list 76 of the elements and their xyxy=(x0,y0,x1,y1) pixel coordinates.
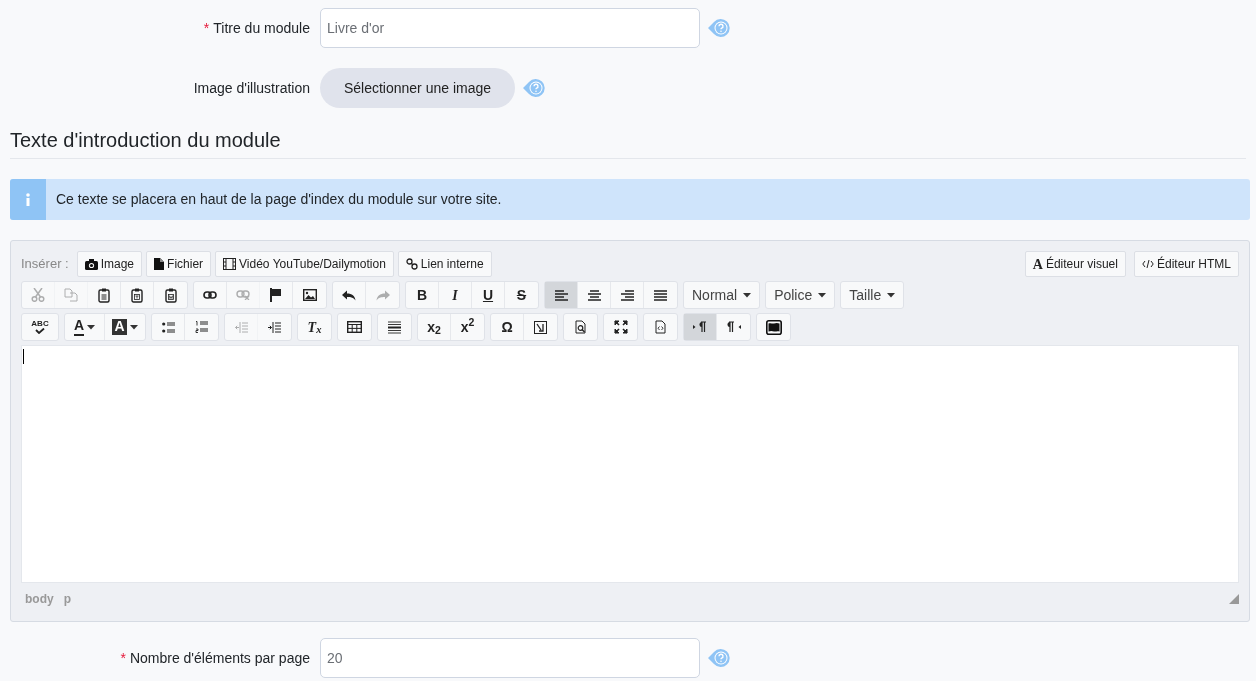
format-button[interactable]: U xyxy=(472,282,505,308)
text-field[interactable]: 20 xyxy=(320,638,700,678)
section-heading: Texte d'introduction du module xyxy=(10,128,1246,159)
caret-icon xyxy=(818,292,827,298)
html-editor-button[interactable]: Éditeur HTML xyxy=(1133,251,1239,277)
align-right-icon xyxy=(620,289,634,301)
background-color-button[interactable]: A xyxy=(105,314,145,340)
caret-icon xyxy=(743,292,752,298)
paragraph-rtl-icon xyxy=(726,321,741,333)
flag-icon xyxy=(270,288,282,302)
link-icon xyxy=(405,258,418,270)
preview-icon xyxy=(574,320,587,334)
image-icon xyxy=(302,289,317,301)
dropdown-button[interactable]: Taille xyxy=(841,282,904,308)
paragraph-ltr-icon xyxy=(693,321,707,333)
caret-icon xyxy=(129,324,138,330)
redo-icon xyxy=(375,289,390,301)
film-icon xyxy=(223,258,237,270)
scissors-icon xyxy=(31,288,45,302)
info-icon xyxy=(10,179,46,220)
text-cursor xyxy=(23,349,24,364)
align-left-icon xyxy=(554,289,568,301)
file-icon xyxy=(154,258,165,270)
resize-handle-icon[interactable] xyxy=(1229,594,1239,604)
insert-file-button[interactable]: Fichier xyxy=(146,251,212,277)
visual-editor-button[interactable]: A Éditeur visuel xyxy=(1024,251,1126,277)
clipboard-icon xyxy=(131,287,143,303)
caret-icon xyxy=(87,324,96,330)
numbered-list-icon xyxy=(195,321,208,333)
format-button[interactable]: B xyxy=(406,282,439,308)
format-button[interactable]: Ω xyxy=(491,314,524,340)
unlink-icon xyxy=(236,290,250,300)
text-field[interactable]: Livre d'or xyxy=(320,8,700,48)
select-image-button[interactable]: Sélectionner une image xyxy=(320,68,515,108)
bullet-list-icon xyxy=(161,321,175,333)
clipboard-icon xyxy=(164,287,177,303)
format-button[interactable]: I xyxy=(439,282,472,308)
required-asterisk: * xyxy=(120,649,126,666)
template-icon xyxy=(534,320,547,334)
field-label: Image d'illustration xyxy=(193,79,310,96)
dropdown-button[interactable]: Normal xyxy=(684,282,760,308)
link-icon xyxy=(203,291,217,299)
table-icon xyxy=(347,321,362,333)
insert-film-button[interactable]: Vidéo YouTube/Dailymotion xyxy=(215,251,394,277)
format-button[interactable]: T$_{x}$ xyxy=(298,314,331,340)
copy-icon xyxy=(64,288,78,302)
caret-icon xyxy=(887,292,896,298)
ltr-button[interactable] xyxy=(684,314,717,340)
clipboard-icon xyxy=(98,287,110,303)
insert-camera-button[interactable]: Image xyxy=(76,251,143,277)
source-icon xyxy=(654,320,667,334)
format-button[interactable]: x$_{2}$ xyxy=(418,314,451,340)
format-button[interactable]: S xyxy=(505,282,538,308)
spellcheck-button[interactable]: ABC xyxy=(22,314,58,340)
field-label: Nombre d'éléments par page xyxy=(129,649,310,666)
insert-label: Insérer : xyxy=(21,255,69,274)
field-label: Titre du module xyxy=(213,19,310,36)
align-center-icon xyxy=(587,289,601,301)
align-left-button[interactable] xyxy=(545,282,578,308)
camera-icon xyxy=(84,258,98,270)
font-glyph-icon: A xyxy=(1032,253,1043,275)
dropdown-button[interactable]: Police xyxy=(766,282,835,308)
required-asterisk: * xyxy=(203,19,210,36)
horizontal-rule-icon xyxy=(388,320,401,334)
text-color-button[interactable]: A xyxy=(65,314,105,340)
undo-icon xyxy=(342,289,356,301)
info-text: Ce texte se placera en haut de la page d'index du module sur votre site. xyxy=(55,190,502,209)
code-icon xyxy=(1141,259,1154,269)
insert-link-button[interactable]: Lien interne xyxy=(397,251,492,277)
justify-icon xyxy=(654,289,667,301)
maximize-icon xyxy=(613,320,628,334)
format-button[interactable]: x$^{2}$ xyxy=(451,314,484,340)
check-icon xyxy=(35,328,45,334)
outdent-icon xyxy=(234,321,248,333)
frame-icon xyxy=(765,319,782,335)
indent-icon xyxy=(268,321,281,333)
